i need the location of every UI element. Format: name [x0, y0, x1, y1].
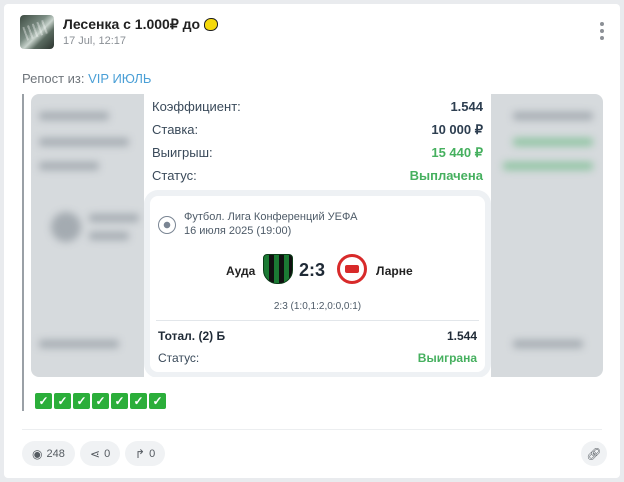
copy-link-button[interactable]: 🔗︎	[581, 441, 607, 466]
match-score: 2:3	[299, 260, 326, 280]
market-row: Тотал. (2) Б 1.544	[158, 329, 477, 345]
post-card: Лесенка с 1.000₽ до 17 Jul, 12:17 Репост…	[4, 4, 620, 478]
footer-divider	[22, 429, 602, 430]
checkmark-emojis: ✓ ✓ ✓ ✓ ✓ ✓ ✓	[35, 393, 166, 409]
post-image[interactable]: Коэффициент: 1.544 Ставка: 10 000 ₽ Выиг…	[31, 94, 603, 377]
match-status-row: Статус: Выиграна	[158, 351, 477, 367]
period-scores: 2:3 (1:0,1:2,0:0,0:1)	[273, 301, 362, 312]
checkmark-icon: ✓	[111, 393, 128, 409]
status-row: Статус: Выплачена	[152, 168, 483, 186]
coef-value: 1.544	[450, 99, 483, 114]
channel-title-text: Лесенка с 1.000₽ до	[63, 16, 201, 32]
channel-title[interactable]: Лесенка с 1.000₽ до	[63, 16, 219, 33]
match-divider	[156, 320, 479, 321]
market-label: Тотал. (2) Б	[158, 329, 226, 343]
eye-icon: ◉	[32, 446, 43, 461]
views-count: 248	[46, 447, 65, 460]
channel-avatar[interactable]	[20, 15, 54, 49]
win-label: Выигрыш:	[152, 145, 213, 160]
reposts-count: 0	[149, 447, 156, 460]
away-team: Ларне	[376, 264, 413, 278]
league-name: Футбол. Лига Конференций УЕФА	[184, 211, 358, 223]
away-team-logo-icon	[337, 254, 367, 284]
match-status-label: Статус:	[158, 351, 200, 365]
match-status-value: Выиграна	[417, 351, 477, 365]
repost-quote-bar	[22, 94, 24, 411]
coef-row: Коэффициент: 1.544	[152, 99, 483, 117]
link-icon: 🔗︎	[586, 446, 602, 461]
match-date: 16 июля 2025 (19:00)	[184, 225, 292, 237]
stake-label: Ставка:	[152, 122, 199, 137]
match-card: Футбол. Лига Конференций УЕФА 16 июля 20…	[150, 196, 485, 372]
share-button[interactable]: ⋖ 0	[80, 441, 121, 466]
repost-line: Репост из: VIP ИЮЛЬ	[22, 71, 151, 86]
status-value: Выплачена	[409, 168, 483, 183]
market-coef: 1.544	[446, 329, 477, 343]
share-icon: ⋖	[90, 446, 101, 461]
more-options-icon[interactable]	[597, 22, 607, 40]
shares-count: 0	[104, 447, 111, 460]
checkmark-icon: ✓	[73, 393, 90, 409]
checkmark-icon: ✓	[130, 393, 147, 409]
repost-arrow-icon: ↱	[135, 446, 146, 461]
repost-prefix: Репост из:	[22, 71, 85, 86]
checkmark-icon: ✓	[35, 393, 52, 409]
football-icon	[158, 216, 176, 234]
bet-ticket: Коэффициент: 1.544 Ставка: 10 000 ₽ Выиг…	[144, 94, 491, 377]
status-label: Статус:	[152, 168, 197, 183]
repost-source-link[interactable]: VIP ИЮЛЬ	[88, 71, 151, 86]
views-button[interactable]: ◉ 248	[22, 441, 75, 466]
win-value: 15 440 ₽	[431, 145, 483, 160]
checkmark-icon: ✓	[149, 393, 166, 409]
repost-button[interactable]: ↱ 0	[125, 441, 166, 466]
home-team-logo-icon	[263, 254, 293, 284]
win-row: Выигрыш: 15 440 ₽	[152, 145, 483, 163]
stake-value: 10 000 ₽	[431, 122, 483, 137]
post-timestamp: 17 Jul, 12:17	[63, 35, 126, 47]
checkmark-icon: ✓	[54, 393, 71, 409]
stake-row: Ставка: 10 000 ₽	[152, 122, 483, 140]
checkmark-icon: ✓	[92, 393, 109, 409]
coef-label: Коэффициент:	[152, 99, 241, 114]
home-team: Ауда	[226, 264, 256, 278]
lemon-emoji-icon	[204, 18, 219, 31]
